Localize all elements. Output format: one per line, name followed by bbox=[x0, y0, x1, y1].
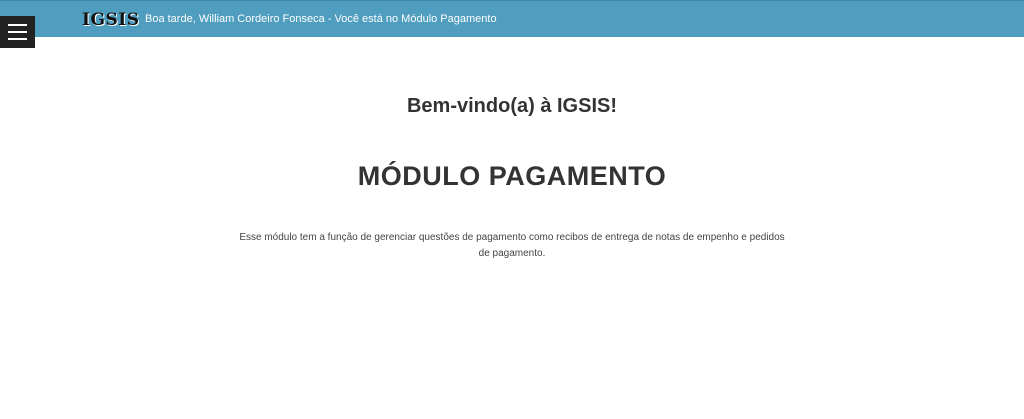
user-greeting: Boa tarde, William Cordeiro Fonseca - Vo… bbox=[145, 13, 497, 25]
app-logo[interactable]: IGSIS bbox=[82, 10, 139, 30]
module-title: MÓDULO PAGAMENTO bbox=[357, 161, 667, 191]
hamburger-menu-icon-line bbox=[8, 38, 27, 40]
top-header-bar: IGSIS Boa tarde, William Cordeiro Fonsec… bbox=[0, 0, 1024, 37]
hamburger-menu-icon-line bbox=[8, 31, 27, 33]
hamburger-menu-button[interactable] bbox=[0, 16, 35, 48]
hamburger-menu-icon bbox=[8, 24, 27, 26]
welcome-heading: Bem-vindo(a) à IGSIS! bbox=[406, 95, 618, 117]
module-description: Esse módulo tem a função de gerenciar qu… bbox=[239, 232, 785, 259]
